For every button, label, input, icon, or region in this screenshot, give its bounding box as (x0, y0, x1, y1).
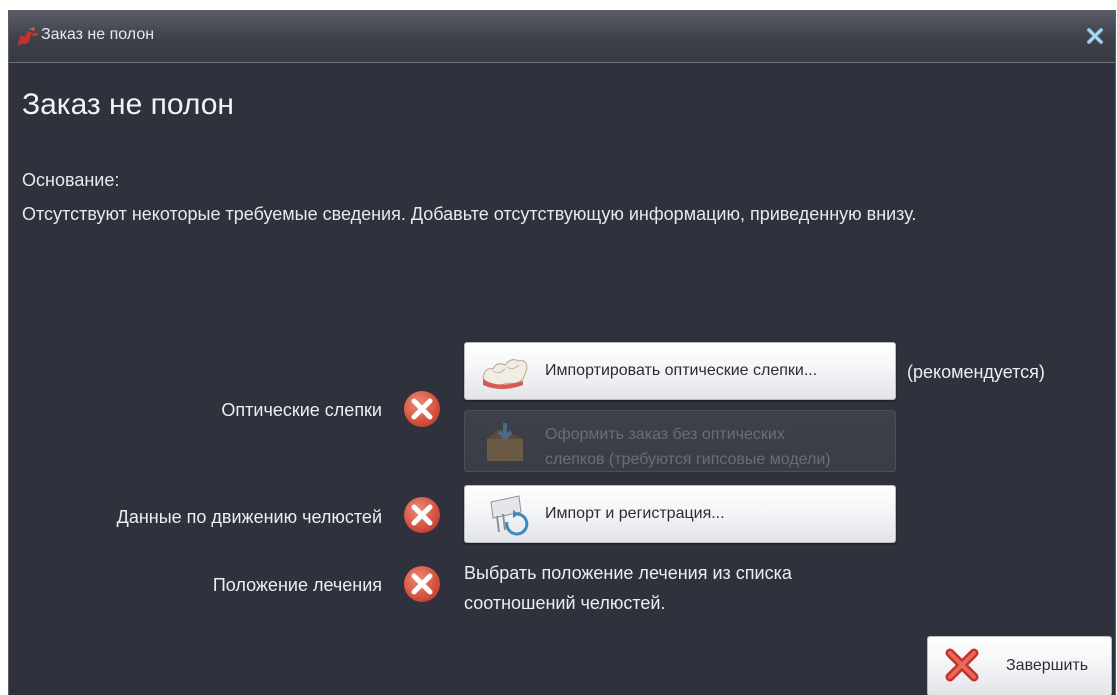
box-download-icon (487, 423, 523, 461)
error-x-icon (404, 566, 440, 602)
optical-impressions-label: Оптические слепки (221, 400, 382, 420)
import-optical-impressions-button[interactable]: Импортировать оптические слепки... (464, 342, 896, 400)
dental-model-icon (482, 359, 528, 389)
error-x-icon (404, 497, 440, 533)
window-title: Заказ не полон (41, 26, 155, 43)
close-button[interactable] (1083, 24, 1107, 48)
no-optical-line-1: Оформить заказ без оптических (545, 426, 785, 443)
order-without-optical-label: Оформить заказ без оптических слепков (т… (545, 422, 831, 472)
finish-label: Завершить (1006, 657, 1089, 674)
title-bar: Заказ не полон (9, 10, 1115, 63)
treatment-position-label: Положение лечения (212, 575, 382, 595)
close-icon (1087, 28, 1103, 44)
finish-button[interactable]: Завершить (927, 636, 1112, 695)
no-optical-line-2: слепков (требуются гипсовые модели) (545, 451, 831, 468)
incomplete-order-dialog: Заказ не полон Заказ не полон Основание:… (8, 10, 1116, 695)
error-x-icon (404, 391, 440, 427)
jaw-motion-label: Данные по движению челюстей (116, 507, 382, 527)
treatment-line-2: соотношений челюстей. (464, 593, 666, 613)
import-and-register-button[interactable]: Импорт и регистрация... (464, 485, 896, 543)
treatment-position-instructions: Выбрать положение лечения из списка соот… (464, 558, 792, 618)
app-icon (17, 27, 38, 45)
order-without-optical-button[interactable]: Оформить заказ без оптических слепков (т… (464, 410, 896, 472)
reason-text: Отсутствуют некоторые требуемые сведения… (22, 204, 917, 224)
reason-label: Основание: (22, 170, 120, 190)
jaw-registration-icon (490, 495, 529, 536)
import-optical-label: Импортировать оптические слепки... (545, 362, 818, 379)
treatment-line-1: Выбрать положение лечения из списка (464, 563, 792, 583)
import-and-register-label: Импорт и регистрация... (545, 505, 725, 522)
page-title: Заказ не полон (22, 88, 234, 121)
finish-x-icon (945, 648, 979, 682)
recommended-note: (рекомендуется) (907, 362, 1045, 382)
